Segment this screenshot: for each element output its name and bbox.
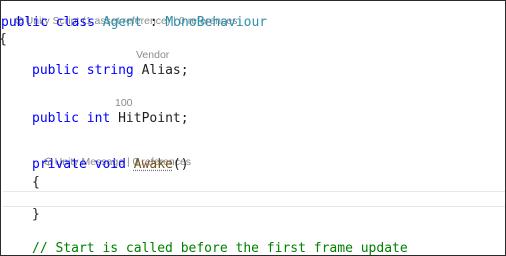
alias-field-line: public string Alias;: [32, 63, 189, 79]
keyword-string: string: [86, 63, 134, 78]
keyword-public: public: [1, 15, 48, 30]
field-alias: Alias;: [141, 63, 189, 78]
keyword-void: void: [94, 157, 126, 172]
class-name: Agent: [102, 15, 142, 30]
keyword-class: class: [55, 15, 95, 30]
alias-inlay-hint: Vendor: [136, 49, 170, 61]
keyword-private: private: [32, 157, 87, 172]
start-comment-line: // Start is called before the first fram…: [32, 241, 408, 256]
method-awake[interactable]: Awake: [134, 157, 173, 172]
awake-open-brace: {: [32, 175, 40, 190]
base-class-name: MonoBehaviour: [165, 15, 268, 30]
hitpoint-inlay-hint: 100: [115, 97, 133, 109]
keyword-public: public: [32, 63, 79, 78]
keyword-int: int: [86, 111, 111, 126]
current-line-highlight: [3, 191, 505, 207]
code-editor[interactable]: Unity Script (1 asset reference) | 0 ref…: [0, 0, 506, 256]
awake-close-brace: }: [32, 207, 40, 222]
keyword-public: public: [32, 111, 79, 126]
hitpoint-field-line: public int HitPoint;: [32, 111, 189, 127]
field-hitpoint: HitPoint;: [118, 111, 189, 126]
awake-method-line: private void Awake(): [32, 157, 189, 173]
colon: :: [141, 15, 166, 30]
method-parens: (): [172, 157, 189, 172]
class-declaration-line: public class Agent : MonoBehaviour: [1, 15, 267, 31]
class-open-brace: {: [1, 32, 7, 48]
